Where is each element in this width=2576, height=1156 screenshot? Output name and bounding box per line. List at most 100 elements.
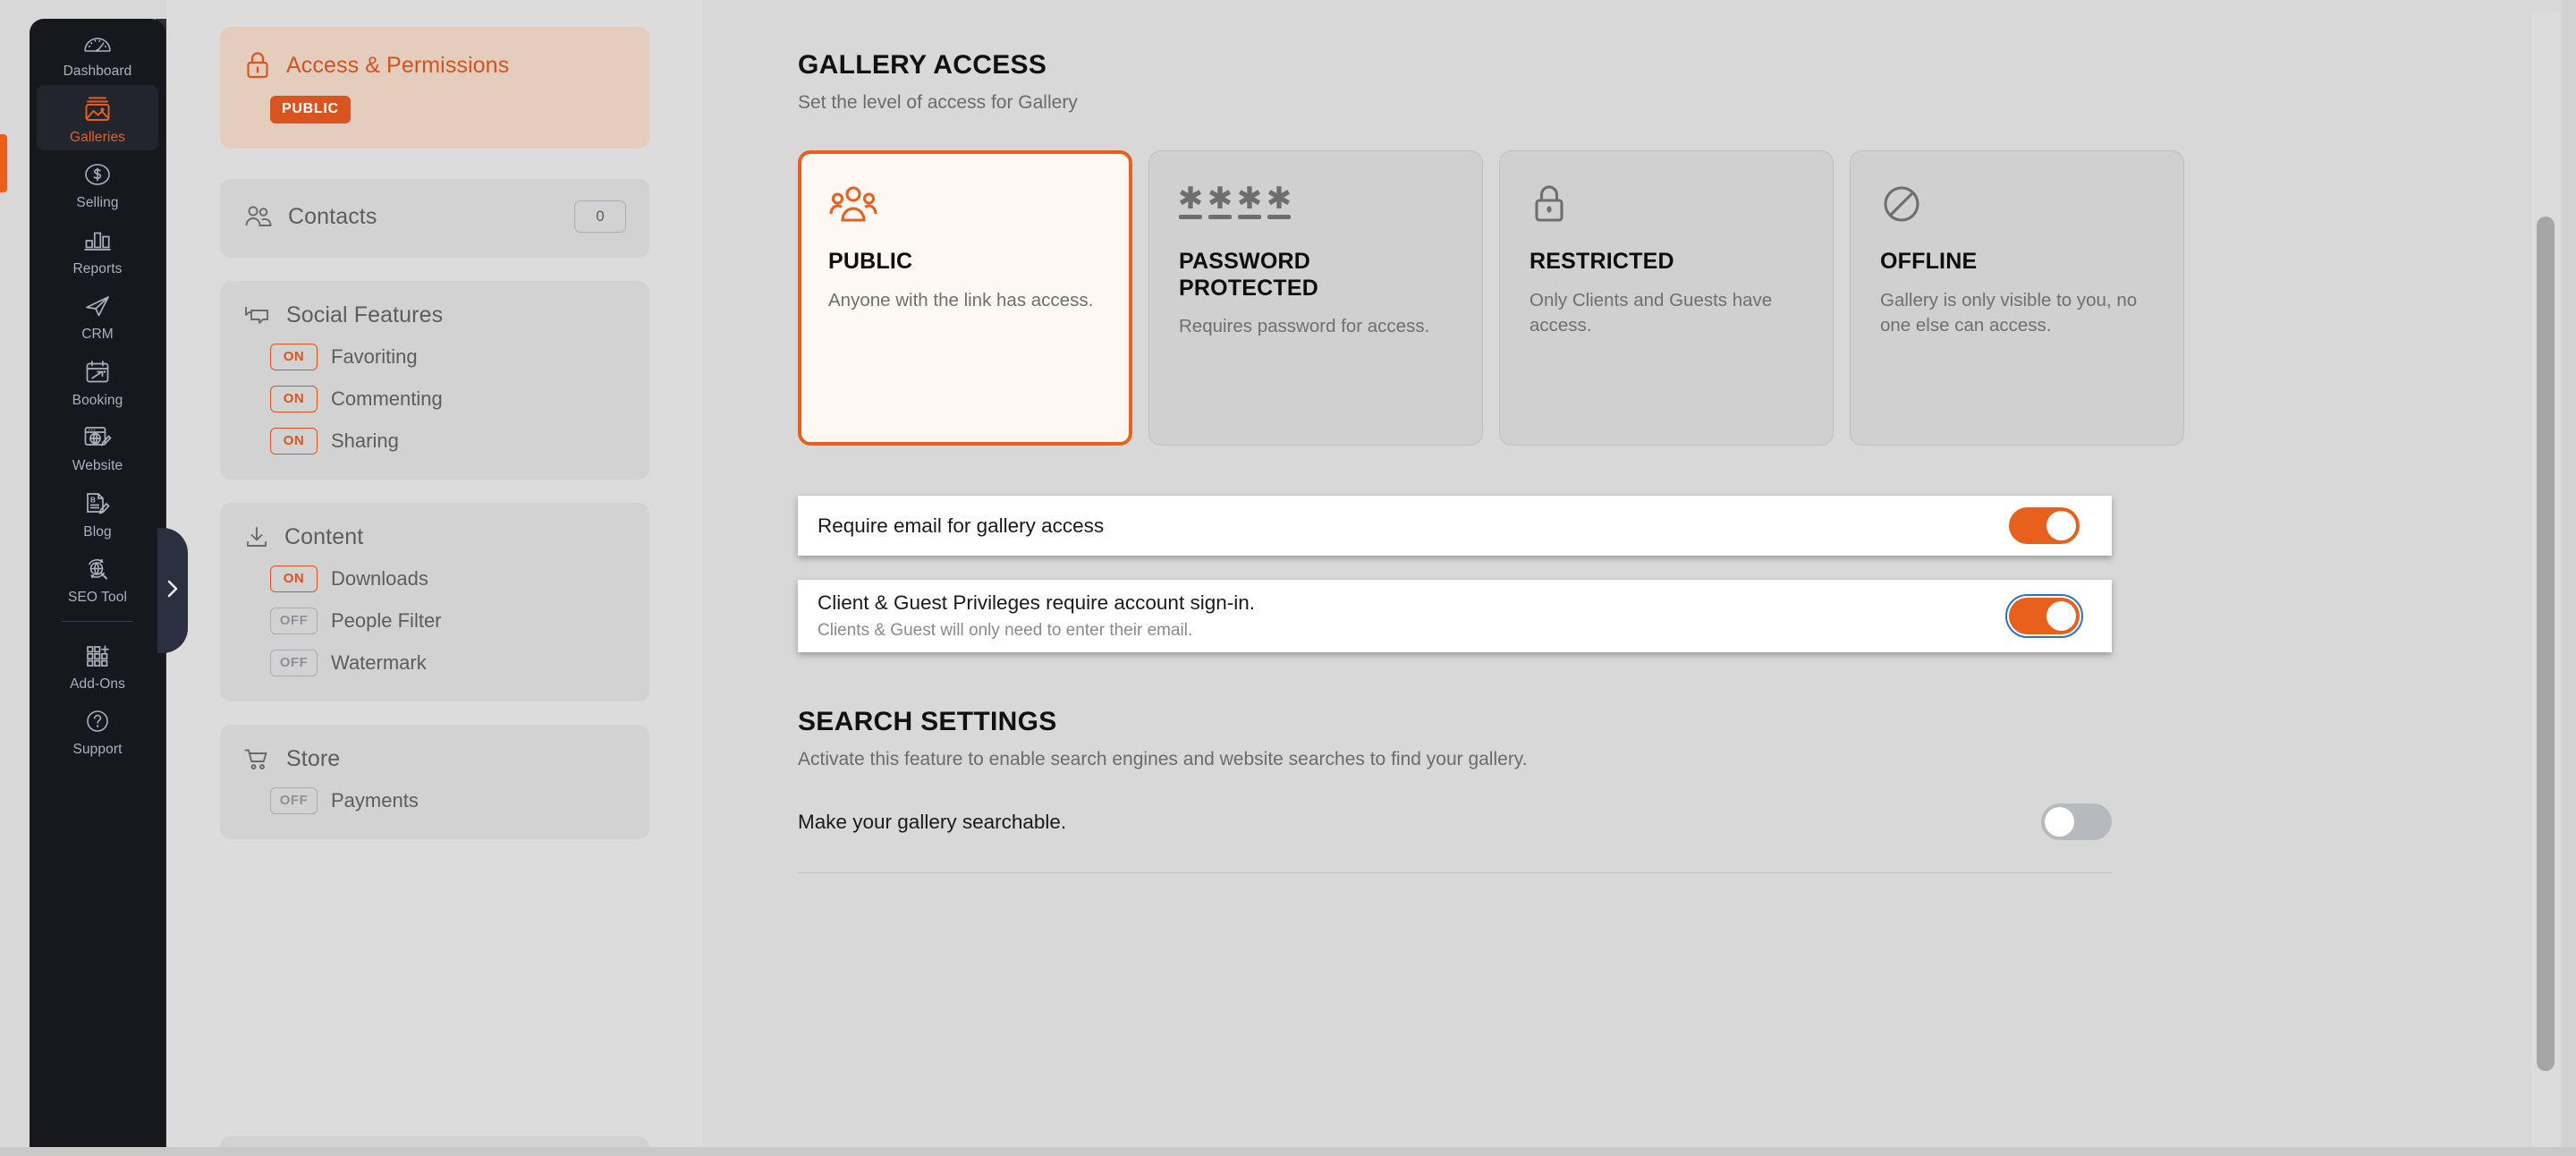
card-title: Content — [284, 524, 364, 549]
feature-row-sharing[interactable]: ON Sharing — [243, 428, 626, 455]
window-right-edge — [2562, 0, 2576, 1156]
speedometer-icon — [77, 27, 118, 59]
search-settings-title: SEARCH SETTINGS — [798, 707, 1057, 736]
gallery-access-options: PUBLIC Anyone with the link has access. … — [798, 150, 2542, 446]
privileges-signin-toggle[interactable] — [2005, 594, 2083, 638]
feature-row-commenting[interactable]: ON Commenting — [243, 386, 626, 412]
panel-social-features[interactable]: Social Features ON Favoriting ON Comment… — [220, 281, 649, 480]
sidebar-item-label: Website — [72, 458, 123, 473]
calendar-arrow-icon — [77, 356, 118, 388]
toggle-knob — [2045, 807, 2074, 837]
sidebar-item-reports[interactable]: Reports — [37, 217, 158, 283]
panel-store[interactable]: Store OFF Payments — [220, 725, 649, 839]
sidebar-item-galleries[interactable]: Galleries — [37, 84, 158, 150]
dollar-circle-icon — [77, 158, 118, 191]
setting-row-searchable[interactable]: Make your gallery searchable. — [798, 803, 2112, 840]
card-title: Store — [286, 746, 341, 771]
feature-label: Downloads — [331, 567, 428, 590]
card-title: Access & Permissions — [286, 52, 510, 78]
feature-label: Sharing — [331, 429, 399, 452]
feature-row-watermark[interactable]: OFF Watermark — [243, 650, 626, 676]
feature-state-badge: OFF — [270, 650, 318, 676]
feature-state-badge: ON — [270, 428, 318, 455]
feature-label: Favoriting — [331, 345, 418, 368]
feature-label: Payments — [331, 789, 419, 812]
no-entry-icon — [1880, 179, 2154, 229]
sidebar-item-crm[interactable]: CRM — [37, 282, 158, 348]
sidebar-item-label: Selling — [76, 195, 119, 210]
sidebar-item-label: CRM — [81, 327, 114, 342]
group-people-icon — [828, 179, 1102, 229]
sidebar-item-label: Blog — [83, 523, 112, 540]
toggle-knob — [2046, 511, 2076, 540]
panel-content[interactable]: Content ON Downloads OFF People Filter O… — [220, 503, 649, 701]
svg-text:B: B — [90, 496, 96, 504]
sidebar-item-label: SEO Tool — [68, 590, 127, 605]
access-option-desc: Only Clients and Guests have access. — [1530, 289, 1773, 336]
panel-access-permissions[interactable]: Access & Permissions PUBLIC — [220, 27, 649, 149]
feature-label: People Filter — [331, 609, 442, 632]
sidebar-item-website[interactable]: Website — [37, 413, 158, 480]
feature-label: Watermark — [331, 651, 427, 674]
access-level-badge: PUBLIC — [270, 96, 351, 123]
feature-row-downloads[interactable]: ON Downloads — [243, 565, 626, 592]
padlock-icon — [1530, 179, 1803, 229]
access-option-title: PASSWORD PROTECTED — [1179, 249, 1318, 301]
card-header: Social Features — [243, 302, 626, 328]
card-header: Store — [243, 746, 626, 772]
access-option-desc: Anyone with the link has access. — [828, 289, 1094, 310]
card-header: Access & Permissions — [243, 50, 626, 81]
feature-row-people-filter[interactable]: OFF People Filter — [243, 608, 626, 634]
access-option-title: RESTRICTED — [1530, 249, 1674, 274]
access-option-restricted[interactable]: RESTRICTED Only Clients and Guests have … — [1499, 150, 1834, 446]
sidebar-item-selling[interactable]: Selling — [37, 150, 158, 217]
app-root: Dashboard Galleries Selling Reports CRM … — [0, 0, 2576, 1156]
setting-row-require-email[interactable]: Require email for gallery access — [798, 496, 2112, 556]
require-email-toggle[interactable] — [2009, 507, 2080, 544]
setting-row-privileges-signin[interactable]: Client & Guest Privileges require accoun… — [798, 580, 2112, 652]
feature-state-badge: ON — [270, 344, 318, 370]
sidebar-item-add-ons[interactable]: Add-Ons — [37, 632, 158, 698]
access-option-offline[interactable]: OFFLINE Gallery is only visible to you, … — [1850, 150, 2184, 446]
question-circle-icon — [77, 705, 118, 737]
grid-plus-icon — [77, 640, 118, 672]
search-settings-subtitle: Activate this feature to enable search e… — [798, 749, 1528, 769]
access-option-title: OFFLINE — [1880, 249, 1978, 274]
sidebar-item-label: Reports — [72, 260, 123, 276]
feature-row-payments[interactable]: OFF Payments — [243, 787, 626, 814]
globe-search-icon — [77, 553, 118, 585]
password-asterisks-icon: ✱ ✱ ✱ ✱ — [1178, 179, 1453, 229]
setting-sublabel: Clients & Guest will only need to enter … — [818, 621, 1193, 640]
chat-bubbles-icon — [243, 303, 272, 328]
feature-row-favoriting[interactable]: ON Favoriting — [243, 344, 626, 370]
gallery-access-subtitle: Set the level of access for Gallery — [798, 92, 1078, 113]
access-option-desc: Requires password for access. — [1179, 316, 1430, 336]
sidebar-item-blog[interactable]: B Blog — [37, 480, 158, 546]
access-option-password-protected[interactable]: ✱ ✱ ✱ ✱ PASSWORD PROTECTED Requires pass… — [1148, 150, 1483, 446]
panel-contacts[interactable]: Contacts 0 — [220, 179, 649, 258]
searchable-toggle[interactable] — [2041, 803, 2112, 840]
sidebar-collapse-toggle[interactable] — [157, 528, 188, 653]
browser-pencil-icon — [77, 421, 118, 454]
chevron-right-icon — [165, 577, 180, 605]
setting-label: Client & Guest Privileges require accoun… — [818, 591, 1255, 614]
row-texts: Require email for gallery access — [818, 514, 2009, 538]
section-divider — [798, 872, 2112, 873]
sidebar-item-seo-tool[interactable]: SEO Tool — [37, 545, 158, 611]
document-pencil-icon: B — [77, 488, 118, 520]
setting-label: Require email for gallery access — [818, 514, 1105, 537]
main-scrollbar-track[interactable] — [2531, 13, 2560, 1149]
sidebar-item-label: Dashboard — [63, 64, 132, 79]
image-gallery-icon — [77, 93, 118, 125]
feature-state-badge: OFF — [270, 608, 318, 634]
window-bottom-edge — [0, 1147, 2576, 1156]
sidebar-item-support[interactable]: Support — [37, 697, 158, 763]
download-icon — [243, 525, 270, 550]
main-scrollbar-thumb[interactable] — [2537, 217, 2555, 1071]
bar-chart-icon — [77, 225, 118, 257]
paper-plane-icon — [77, 290, 118, 322]
access-option-public[interactable]: PUBLIC Anyone with the link has access. — [798, 150, 1132, 446]
sidebar-item-dashboard[interactable]: Dashboard — [37, 19, 158, 85]
sidebar-item-booking[interactable]: Booking — [37, 348, 158, 414]
feature-label: Commenting — [331, 387, 443, 410]
